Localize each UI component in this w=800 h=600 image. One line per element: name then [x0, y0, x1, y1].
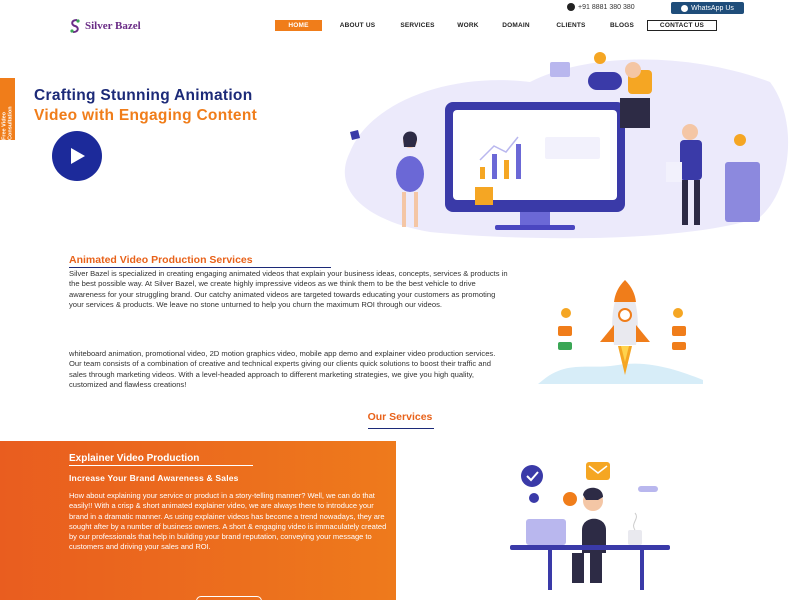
nav-home[interactable]: HOME	[275, 20, 322, 31]
services-heading: Our Services	[367, 411, 433, 423]
nav-blogs[interactable]: BLOGS	[607, 20, 637, 31]
logo-mark-icon	[70, 19, 80, 33]
about-paragraph-2: whiteboard animation, promotional video,…	[69, 349, 496, 389]
service-card-title: Explainer Video Production	[69, 453, 200, 464]
whatsapp-button[interactable]: WhatsApp Us	[671, 2, 744, 14]
service-card-subtitle: Increase Your Brand Awareness & Sales	[69, 473, 239, 483]
nav-clients[interactable]: CLIENTS	[553, 20, 589, 31]
hero-title-line1: Crafting Stunning Animation	[34, 87, 253, 104]
nav-domain[interactable]: DOMAIN	[498, 20, 534, 31]
play-icon	[71, 148, 85, 164]
play-video-button[interactable]	[52, 131, 102, 181]
services-heading-underline	[368, 428, 434, 429]
service-card-title-underline	[69, 465, 253, 466]
about-paragraph-1: Silver Bazel is specialized in creating …	[69, 269, 508, 309]
top-bar: +91 8881 380 380 WhatsApp Us	[0, 0, 800, 16]
free-consultation-tab[interactable]: Free Video Consultation	[0, 78, 15, 140]
whatsapp-label: WhatsApp Us	[691, 4, 734, 12]
main-nav: HOME ABOUT US SERVICES WORK DOMAIN CLIEN…	[275, 20, 717, 31]
service-card-button[interactable]	[196, 596, 262, 600]
hero-illustration	[344, 52, 789, 239]
nav-services[interactable]: SERVICES	[395, 20, 440, 31]
whatsapp-icon	[681, 4, 689, 12]
logo[interactable]: Silver Bazel	[68, 18, 141, 34]
nav-work[interactable]: WORK	[454, 20, 482, 31]
phone-number: +91 8881 380 380	[578, 3, 635, 11]
nav-contact-us[interactable]: CONTACT US	[647, 20, 717, 31]
phone-icon	[567, 3, 575, 11]
logo-text: Silver Bazel	[85, 20, 141, 32]
about-title-underline	[69, 267, 331, 268]
nav-about-us[interactable]: ABOUT US	[334, 20, 381, 31]
rocket-illustration	[538, 280, 703, 384]
phone-link[interactable]: +91 8881 380 380	[567, 3, 635, 11]
hero-title-line2: Video with Engaging Content	[34, 107, 258, 124]
workstation-illustration	[510, 462, 670, 590]
about-section-title: Animated Video Production Services	[69, 254, 253, 266]
service-card-text: How about explaining your service or pro…	[69, 491, 387, 552]
